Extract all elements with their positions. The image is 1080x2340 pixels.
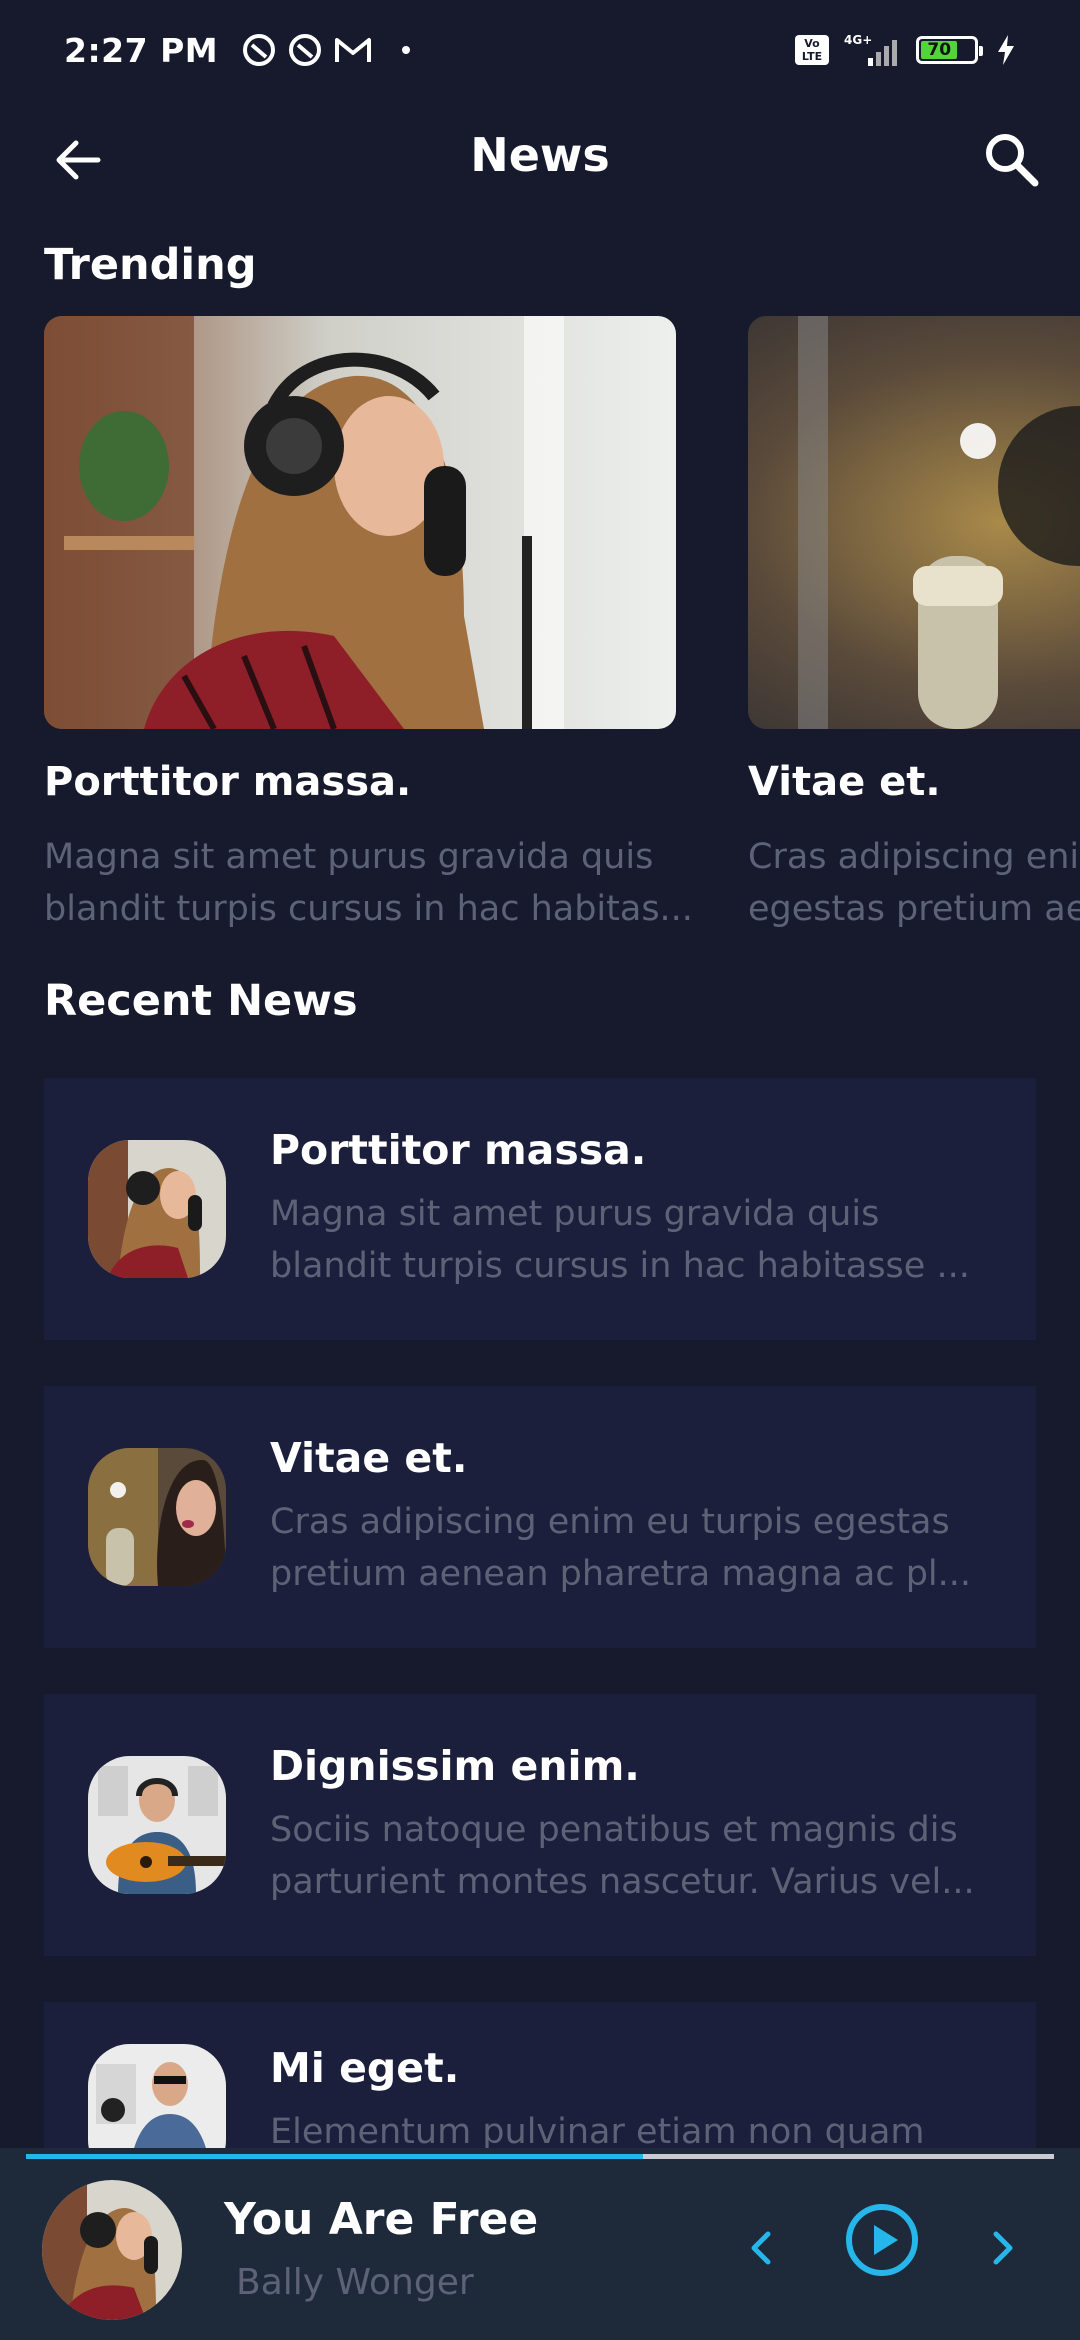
news-title: Porttitor massa. [270, 1126, 647, 1174]
mini-player[interactable]: You Are Free Bally Wonger [0, 2148, 1080, 2340]
news-list-item[interactable]: Mi eget. Elementum pulvinar etiam non qu… [44, 2002, 1036, 2148]
trending-desc: Cras adipiscing enim egestas pretium ae [748, 831, 1080, 935]
status-time: 2:27 PM [64, 30, 219, 70]
news-desc-line: Cras adipiscing enim eu turpis egestas [270, 1502, 950, 1542]
trending-image [748, 316, 1080, 729]
news-thumbnail [88, 2044, 226, 2148]
track-title: You Are Free [224, 2194, 539, 2245]
trending-image [44, 316, 676, 729]
chevron-right-icon[interactable] [980, 2226, 1024, 2270]
trending-card[interactable]: Porttitor massa. Magna sit amet purus gr… [44, 316, 693, 935]
app-bar: News [0, 110, 1080, 205]
play-circle-icon[interactable] [844, 2202, 920, 2278]
trending-carousel[interactable]: Porttitor massa. Magna sit amet purus gr… [0, 316, 1080, 956]
recent-news-section-title: Recent News [44, 976, 358, 1026]
sync-icon [243, 34, 276, 66]
news-desc-line: Elementum pulvinar etiam non quam [270, 2112, 925, 2148]
trending-section-title: Trending [44, 240, 257, 290]
charging-icon [998, 35, 1014, 65]
news-title: Vitae et. [270, 1434, 468, 1482]
news-list-item[interactable]: Vitae et. Cras adipiscing enim eu turpis… [44, 1386, 1036, 1648]
playback-progress-fill [26, 2154, 643, 2159]
news-title: Dignissim enim. [270, 1742, 640, 1790]
trending-desc: Magna sit amet purus gravida quis blandi… [44, 831, 704, 935]
notification-dot [402, 46, 411, 54]
svg-text:4G+: 4G+ [844, 33, 872, 47]
battery-level: 70 [921, 40, 958, 60]
news-list-item[interactable]: Dignissim enim. Sociis natoque penatibus… [44, 1694, 1036, 1956]
news-desc-line: Magna sit amet purus gravida quis [270, 1194, 880, 1234]
svg-text:Vo: Vo [804, 37, 820, 50]
trending-desc-line: Magna sit amet purus gravida quis [44, 837, 654, 877]
trending-card[interactable]: Vitae et. Cras adipiscing enim egestas p… [748, 316, 1080, 935]
gmail-icon [335, 38, 372, 62]
page-title: News [470, 128, 610, 182]
search-icon[interactable] [980, 128, 1042, 190]
news-title: Mi eget. [270, 2044, 460, 2092]
trending-desc-line: Cras adipiscing enim [748, 837, 1080, 877]
trending-title: Vitae et. [748, 759, 941, 805]
signal-icon: 4G+ [844, 33, 897, 66]
news-thumbnail [88, 1140, 226, 1278]
trending-desc-line: egestas pretium ae [748, 889, 1080, 929]
news-thumbnail [88, 1756, 226, 1894]
news-desc-line: pretium aenean pharetra magna ac pl... [270, 1554, 972, 1594]
playback-progress-bar[interactable] [26, 2154, 1054, 2159]
battery-icon: 70 [916, 36, 983, 64]
chevron-left-icon[interactable] [740, 2226, 784, 2270]
news-thumbnail [88, 1448, 226, 1586]
trending-desc-line: blandit turpis cursus in hac habitas... [44, 889, 693, 929]
svg-text:LTE: LTE [802, 50, 822, 63]
sync-icon-2 [289, 34, 322, 66]
volte-icon: Vo LTE [795, 35, 829, 65]
track-artist: Bally Wonger [236, 2262, 474, 2303]
trending-title: Porttitor massa. [44, 759, 412, 805]
news-desc-line: parturient montes nascetur. Varius vel..… [270, 1862, 975, 1902]
news-desc-line: blandit turpis cursus in hac habitasse .… [270, 1246, 970, 1286]
news-desc-line: Sociis natoque penatibus et magnis dis [270, 1810, 958, 1850]
status-bar: 2:27 PM Vo LTE 4G+ 70 [0, 0, 1080, 100]
player-album-art [42, 2180, 182, 2320]
news-list-item[interactable]: Porttitor massa. Magna sit amet purus gr… [44, 1078, 1036, 1340]
